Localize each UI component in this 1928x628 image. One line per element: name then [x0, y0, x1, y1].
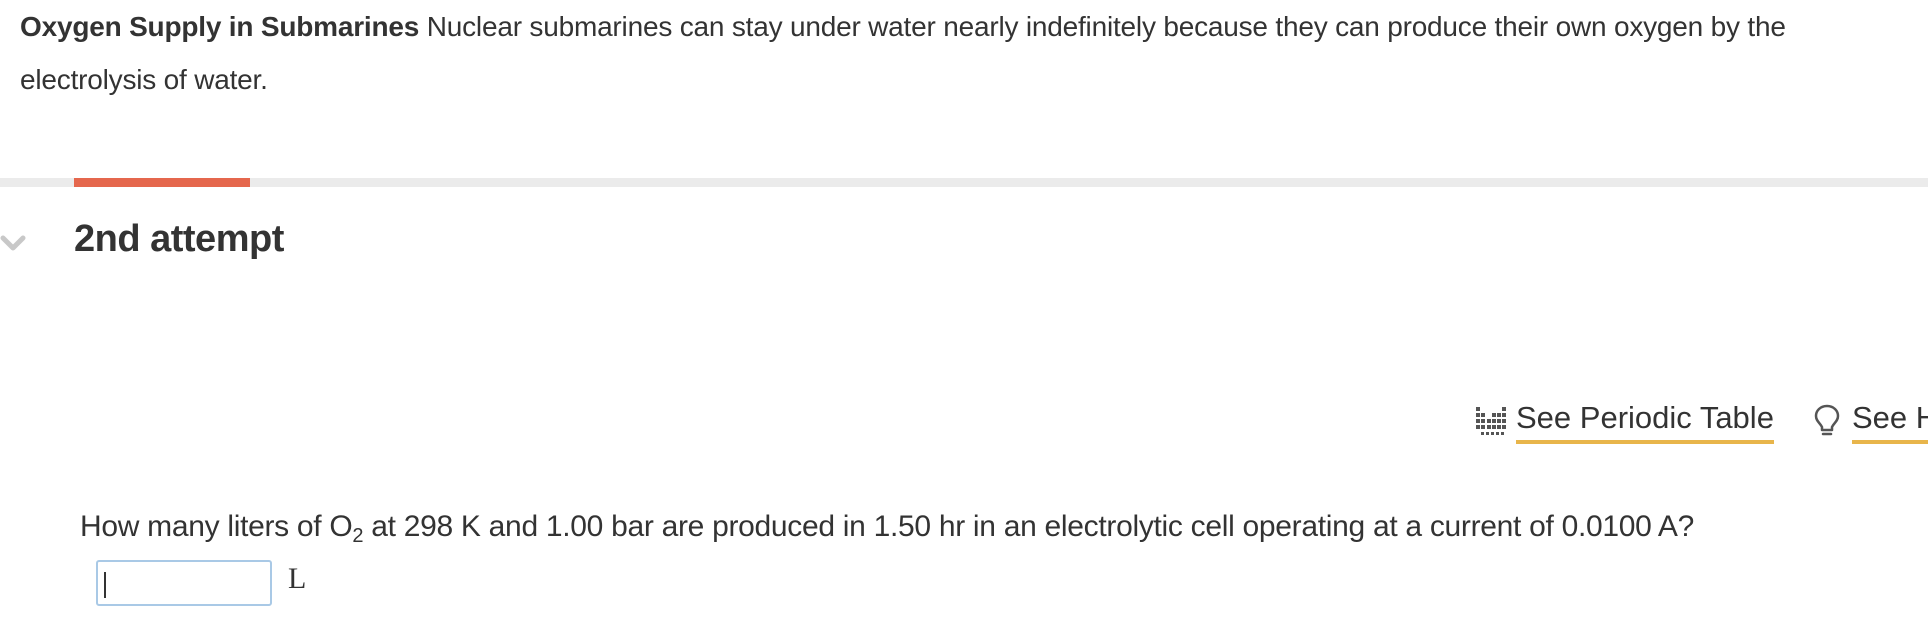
question-text: How many liters of O2 at 298 K and 1.00 …: [80, 510, 1694, 548]
periodic-table-icon: [1476, 407, 1506, 435]
problem-intro: Oxygen Supply in Submarines Nuclear subm…: [20, 0, 1910, 106]
lightbulb-icon: [1814, 404, 1840, 436]
see-periodic-table-link[interactable]: See Periodic Table: [1474, 396, 1774, 444]
see-periodic-table-label: See Periodic Table: [1516, 396, 1774, 444]
question-part-2: at 298 K and 1.00 bar are produced in 1.…: [363, 510, 1695, 543]
page: Oxygen Supply in Submarines Nuclear subm…: [0, 0, 1928, 628]
chevron-down-icon[interactable]: [0, 232, 26, 254]
question-part-1: How many liters of O: [80, 510, 353, 543]
text-caret: [104, 572, 106, 598]
problem-title: Oxygen Supply in Submarines: [20, 11, 420, 42]
attempt-progress-fill: [74, 178, 250, 187]
see-hint-label: See Hint: [1851, 396, 1928, 444]
see-hint-link[interactable]: See Hint: [1810, 396, 1928, 444]
attempt-progress-track: [0, 178, 1928, 187]
question-subscript: 2: [352, 525, 364, 547]
question-tools: See Periodic Table See Hint: [1474, 396, 1928, 444]
attempt-label: 2nd attempt: [74, 218, 284, 260]
answer-input[interactable]: [96, 560, 272, 606]
answer-unit: L: [288, 562, 307, 595]
